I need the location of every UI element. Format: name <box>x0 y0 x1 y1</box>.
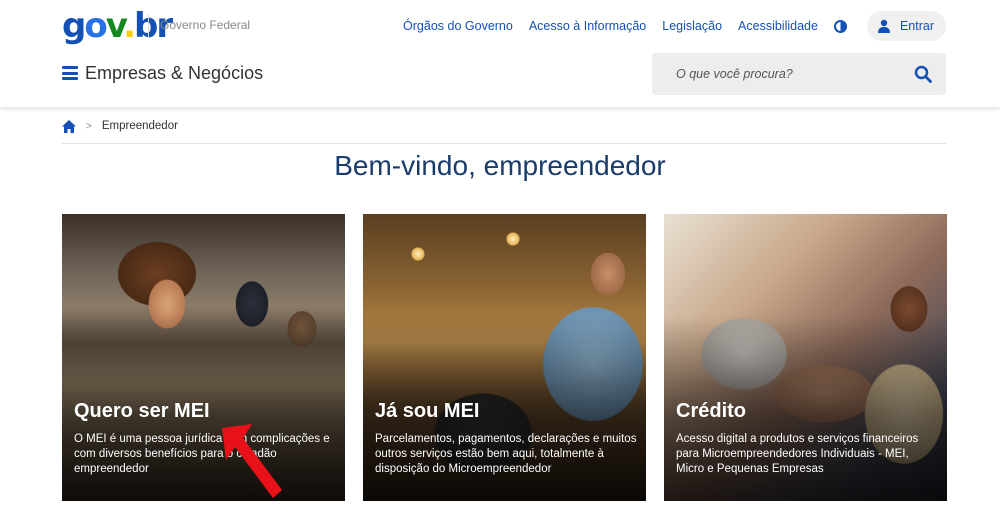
card-ja-sou-mei[interactable]: Já sou MEI Parcelamentos, pagamentos, de… <box>363 214 646 501</box>
chevron-right-icon: > <box>86 120 92 132</box>
link-orgaos[interactable]: Órgãos do Governo <box>403 19 513 33</box>
card-description: Parcelamentos, pagamentos, declarações e… <box>375 433 637 475</box>
site-title[interactable]: Empresas & Negócios <box>85 63 263 84</box>
card-description: O MEI é uma pessoa jurídica sem complica… <box>74 433 330 475</box>
breadcrumb-current: Empreendedor <box>101 120 178 132</box>
card-credito[interactable]: Crédito Acesso digital a produtos e serv… <box>664 214 947 501</box>
search-box <box>652 53 946 95</box>
card-quero-ser-mei[interactable]: Quero ser MEI O MEI é uma pessoa jurídic… <box>62 214 345 501</box>
home-icon[interactable] <box>62 119 76 133</box>
contrast-icon[interactable] <box>833 19 847 33</box>
search-icon[interactable] <box>914 65 932 83</box>
breadcrumb-divider <box>62 143 946 144</box>
page-title: Bem-vindo, empreendedor <box>334 150 666 181</box>
site-header: gov.br Governo Federal Órgãos do Governo… <box>0 0 1000 107</box>
card-description: Acesso digital a produtos e serviços fin… <box>676 433 919 475</box>
govbr-logo[interactable]: gov.br <box>62 6 173 46</box>
logo-divider <box>148 14 149 38</box>
link-legislacao[interactable]: Legislação <box>662 19 722 33</box>
gov-label: Governo Federal <box>160 18 251 32</box>
card-title: Já sou MEI <box>375 400 480 422</box>
link-acesso-informacao[interactable]: Acesso à Informação <box>529 19 646 33</box>
top-links: Órgãos do Governo Acesso à Informação Le… <box>387 11 946 41</box>
login-label: Entrar <box>899 19 934 33</box>
search-input[interactable] <box>652 53 902 95</box>
link-acessibilidade[interactable]: Acessibilidade <box>738 19 818 33</box>
card-title: Quero ser MEI <box>74 400 210 422</box>
login-button[interactable]: Entrar <box>866 11 946 41</box>
annotation-arrow-icon <box>222 424 282 498</box>
menu-icon[interactable] <box>62 66 78 80</box>
card-title: Crédito <box>676 400 746 422</box>
breadcrumb: > Empreendedor <box>62 118 178 134</box>
user-icon <box>877 19 890 33</box>
